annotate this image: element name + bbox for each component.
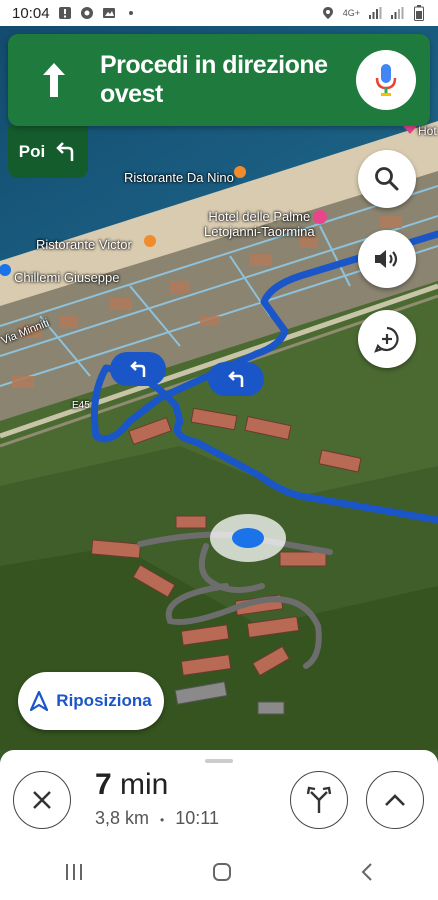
- expand-trip-button[interactable]: [366, 771, 424, 829]
- turn-left-icon: [130, 361, 146, 377]
- recent-apps-icon: [66, 863, 82, 880]
- location-icon: [321, 6, 335, 20]
- recenter-label: Riposiziona: [56, 691, 152, 710]
- signal-icon: [368, 6, 382, 20]
- duration-unit: min: [120, 768, 169, 801]
- map-label-ristorante-victor[interactable]: Ristorante Victor: [36, 237, 132, 252]
- voice-search-button[interactable]: [356, 50, 416, 110]
- arrival-time: 10:11: [175, 808, 219, 828]
- microphone-icon: [375, 64, 397, 96]
- volume-icon: [375, 250, 398, 268]
- search-button[interactable]: [358, 150, 416, 208]
- navigation-arrow-icon: [30, 691, 49, 711]
- map-label-hotel[interactable]: Hotel delle Palme Letojanni-Taormina: [204, 209, 315, 239]
- home-button[interactable]: [212, 862, 232, 887]
- then-instruction[interactable]: Poi: [8, 126, 88, 178]
- add-report-button[interactable]: [358, 310, 416, 368]
- back-button[interactable]: [360, 862, 374, 887]
- route-turn-left-marker-1: [110, 352, 166, 386]
- alert-icon: [58, 6, 72, 20]
- signal-icon-2: [390, 6, 404, 20]
- home-icon: [213, 862, 231, 881]
- close-navigation-button[interactable]: [13, 771, 71, 829]
- recenter-button[interactable]: Riposiziona: [18, 672, 164, 730]
- duration-value: 7: [95, 768, 112, 801]
- battery-icon: [412, 5, 426, 21]
- add-report-icon: [374, 326, 399, 353]
- status-bar: 10:04 4G+: [0, 0, 438, 26]
- recent-apps-button[interactable]: [64, 863, 84, 886]
- chrome-icon: [80, 6, 94, 20]
- map-label-highway: E45: [72, 400, 90, 411]
- search-icon: [375, 167, 399, 191]
- then-label: Poi: [18, 142, 46, 161]
- trip-separator: •: [160, 813, 165, 827]
- map-label-hotel-line1: Hotel delle Palme: [208, 209, 311, 224]
- trip-distance: 3,8 km: [95, 808, 150, 828]
- close-icon: [33, 791, 51, 809]
- back-icon: [361, 862, 372, 881]
- route-turn-left-marker-2: [208, 362, 264, 396]
- direction-banner[interactable]: Procedi in direzione ovest: [8, 34, 430, 126]
- status-time: 10:04: [12, 4, 50, 22]
- direction-instruction: Procedi in direzione ovest: [100, 51, 328, 108]
- map-label-hotel-line2: Letojanni-Taormina: [204, 224, 315, 239]
- network-type: 4G+: [342, 8, 360, 18]
- alternate-routes-button[interactable]: [290, 771, 348, 829]
- trip-duration: 7 min: [95, 768, 219, 802]
- arrow-up-icon: [8, 34, 100, 126]
- trip-summary[interactable]: 7 min 3,8 km • 10:11: [95, 768, 219, 829]
- dot-icon: [124, 6, 138, 20]
- turn-left-icon: [228, 371, 244, 387]
- alternate-routes-icon: [306, 786, 332, 813]
- sound-button[interactable]: [358, 230, 416, 288]
- sheet-drag-handle[interactable]: [205, 759, 233, 763]
- map-label-chillemi-giuseppe[interactable]: Chillemi Giuseppe: [14, 270, 120, 285]
- map-label-edge: Hot: [418, 124, 437, 138]
- trip-details: 3,8 km • 10:11: [95, 808, 219, 829]
- image-icon: [102, 6, 116, 20]
- turn-left-icon: [56, 142, 74, 161]
- system-navigation-bar: [0, 848, 438, 900]
- map-label-restaurant-da-nino[interactable]: Ristorante Da Nino: [124, 170, 234, 185]
- chevron-up-icon: [385, 794, 405, 806]
